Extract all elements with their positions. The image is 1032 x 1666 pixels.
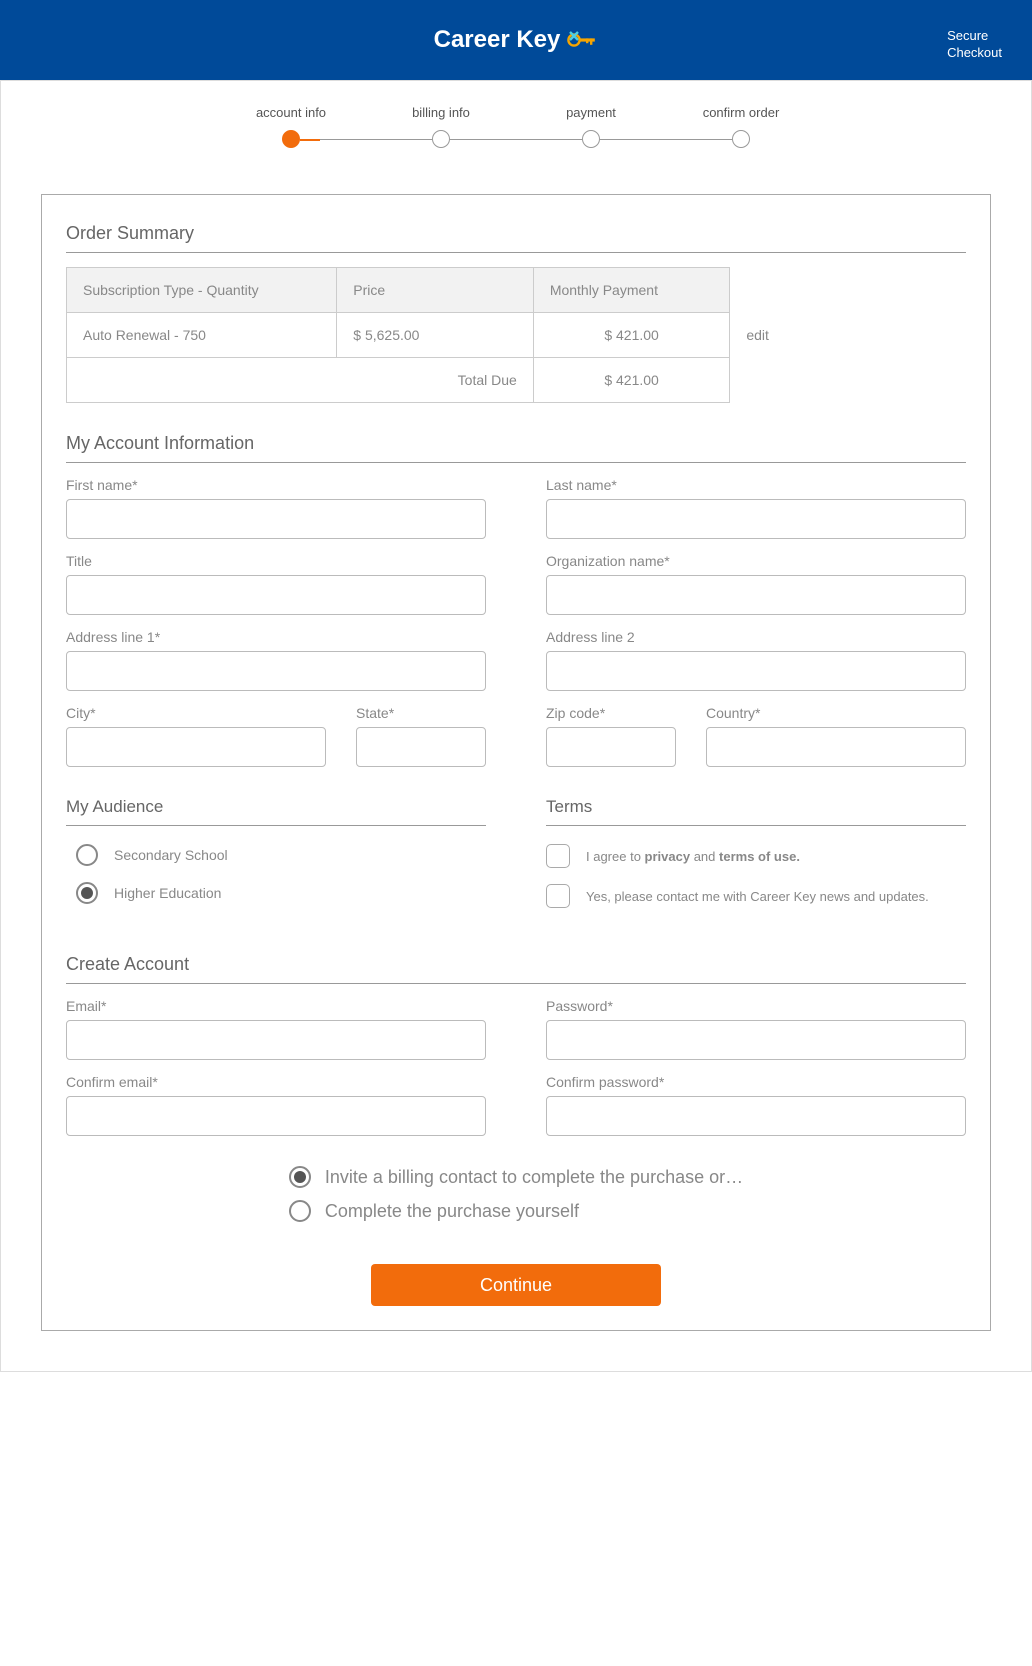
radio-invite[interactable] <box>289 1166 311 1188</box>
radio-secondary[interactable] <box>76 844 98 866</box>
total-due-label: Total Due <box>67 358 534 403</box>
check-contact-row[interactable]: Yes, please contact me with Career Key n… <box>546 884 966 908</box>
check-agree-row[interactable]: I agree to privacy and terms of use. <box>546 844 966 868</box>
check-agree-label: I agree to privacy and terms of use. <box>586 849 800 864</box>
terms-title: Terms <box>546 797 966 826</box>
radio-higher-label: Higher Education <box>114 885 221 901</box>
key-icon <box>566 28 598 52</box>
cell-subscription: Auto Renewal - 750 <box>67 313 337 358</box>
logo: Career Key <box>434 26 599 54</box>
radio-secondary-label: Secondary School <box>114 847 228 863</box>
password-label: Password* <box>546 998 966 1014</box>
th-price: Price <box>337 268 534 313</box>
billing-options: Invite a billing contact to complete the… <box>289 1166 743 1234</box>
continue-button[interactable]: Continue <box>371 1264 661 1306</box>
confirm-email-input[interactable] <box>66 1096 486 1136</box>
create-account-title: Create Account <box>66 954 966 984</box>
first-name-label: First name* <box>66 477 486 493</box>
org-input[interactable] <box>546 575 966 615</box>
radio-higher-row[interactable]: Higher Education <box>76 882 486 904</box>
progress-circle <box>432 130 450 148</box>
progress-step-payment: payment <box>566 105 616 120</box>
zip-input[interactable] <box>546 727 676 767</box>
state-input[interactable] <box>356 727 486 767</box>
billing-invite-row[interactable]: Invite a billing contact to complete the… <box>289 1166 743 1188</box>
total-due-value: $ 421.00 <box>533 358 730 403</box>
confirm-email-label: Confirm email* <box>66 1074 486 1090</box>
header: Career Key SecureCheckout <box>0 0 1032 80</box>
account-info-title: My Account Information <box>66 433 966 463</box>
th-monthly: Monthly Payment <box>533 268 730 313</box>
title-label: Title <box>66 553 486 569</box>
billing-invite-label: Invite a billing contact to complete the… <box>325 1167 743 1188</box>
progress-tracker: account info billing info payment confir… <box>1 81 1031 182</box>
order-table: Subscription Type - Quantity Price Month… <box>66 267 886 403</box>
progress-circle-active <box>282 130 300 148</box>
address2-input[interactable] <box>546 651 966 691</box>
last-name-input[interactable] <box>546 499 966 539</box>
first-name-input[interactable] <box>66 499 486 539</box>
cell-monthly: $ 421.00 <box>533 313 730 358</box>
confirm-password-label: Confirm password* <box>546 1074 966 1090</box>
billing-yourself-row[interactable]: Complete the purchase yourself <box>289 1200 579 1222</box>
logo-text: Career Key <box>434 26 561 54</box>
address2-label: Address line 2 <box>546 629 966 645</box>
last-name-label: Last name* <box>546 477 966 493</box>
email-input[interactable] <box>66 1020 486 1060</box>
edit-link[interactable]: edit <box>730 313 886 358</box>
radio-yourself[interactable] <box>289 1200 311 1222</box>
th-subscription: Subscription Type - Quantity <box>67 268 337 313</box>
email-label: Email* <box>66 998 486 1014</box>
check-contact[interactable] <box>546 884 570 908</box>
main-box: Order Summary Subscription Type - Quanti… <box>41 194 991 1331</box>
outer-container: account info billing info payment confir… <box>0 80 1032 1372</box>
country-label: Country* <box>706 705 966 721</box>
billing-yourself-label: Complete the purchase yourself <box>325 1201 579 1222</box>
cell-price: $ 5,625.00 <box>337 313 534 358</box>
confirm-password-input[interactable] <box>546 1096 966 1136</box>
radio-secondary-row[interactable]: Secondary School <box>76 844 486 866</box>
progress-step-account: account info <box>256 105 326 120</box>
zip-label: Zip code* <box>546 705 676 721</box>
state-label: State* <box>356 705 486 721</box>
password-input[interactable] <box>546 1020 966 1060</box>
audience-title: My Audience <box>66 797 486 826</box>
progress-circle <box>582 130 600 148</box>
address1-input[interactable] <box>66 651 486 691</box>
address1-label: Address line 1* <box>66 629 486 645</box>
order-summary-title: Order Summary <box>66 223 966 253</box>
org-label: Organization name* <box>546 553 966 569</box>
radio-higher[interactable] <box>76 882 98 904</box>
progress-step-billing: billing info <box>412 105 470 120</box>
progress-circle <box>732 130 750 148</box>
progress-step-confirm: confirm order <box>703 105 780 120</box>
city-input[interactable] <box>66 727 326 767</box>
city-label: City* <box>66 705 326 721</box>
country-input[interactable] <box>706 727 966 767</box>
title-input[interactable] <box>66 575 486 615</box>
secure-checkout-label: SecureCheckout <box>947 28 1002 62</box>
check-contact-label: Yes, please contact me with Career Key n… <box>586 889 929 904</box>
check-agree[interactable] <box>546 844 570 868</box>
